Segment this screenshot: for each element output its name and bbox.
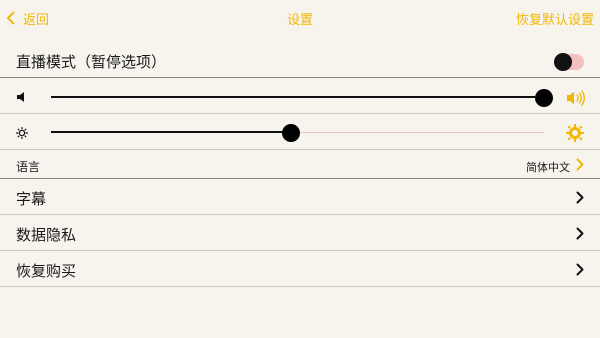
language-label: 语言: [16, 160, 41, 174]
menu-item-restore-purchases[interactable]: 恢复购买: [0, 251, 600, 286]
brightness-high-icon: [566, 124, 584, 142]
volume-high-icon: [567, 90, 585, 106]
live-mode-label: 直播模式（暂停选项）: [16, 53, 167, 71]
menu-item-data-privacy[interactable]: 数据隐私: [0, 215, 600, 250]
volume-fill: [51, 96, 544, 98]
menu-item-subtitles[interactable]: 字幕: [0, 179, 600, 214]
volume-low-icon: [17, 92, 24, 102]
brightness-fill: [51, 131, 292, 133]
toggle-knob: [554, 53, 572, 71]
chevron-right-icon: [576, 227, 584, 240]
divider: [0, 149, 600, 150]
menu-item-label: 恢复购买: [16, 262, 77, 280]
menu-item-label: 数据隐私: [16, 226, 77, 244]
language-value[interactable]: 简体中文: [526, 159, 570, 175]
navigation-bar: 返回 设置 恢复默认设置: [0, 0, 600, 36]
menu-item-label: 字幕: [16, 190, 47, 208]
divider: [0, 286, 600, 287]
volume-thumb[interactable]: [535, 89, 553, 107]
chevron-right-icon: [576, 263, 584, 276]
brightness-thumb[interactable]: [282, 124, 301, 142]
reset-defaults-button[interactable]: 恢复默认设置: [516, 9, 594, 28]
divider: [0, 113, 600, 114]
page-title: 设置: [286, 13, 313, 28]
volume-slider[interactable]: [51, 89, 553, 107]
brightness-slider[interactable]: [51, 124, 544, 142]
divider: [0, 77, 600, 78]
chevron-right-icon: [576, 191, 584, 204]
chevron-right-icon[interactable]: [576, 158, 584, 171]
brightness-low-icon: [16, 127, 28, 139]
live-mode-toggle[interactable]: [554, 53, 584, 71]
